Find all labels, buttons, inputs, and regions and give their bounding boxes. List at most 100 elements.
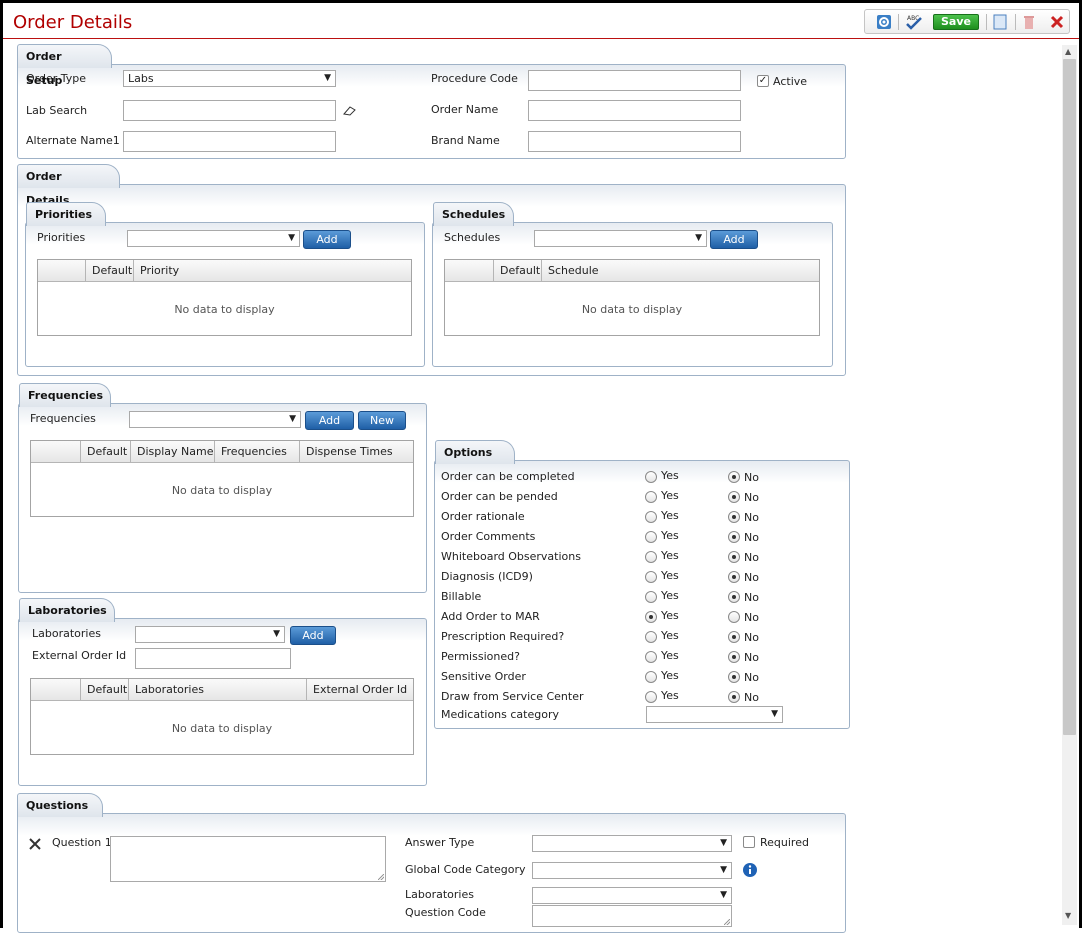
column-default[interactable]: Default <box>493 260 541 282</box>
option-yes-radio[interactable] <box>645 671 657 683</box>
page-title: Order Details <box>13 12 133 33</box>
new-frequency-button[interactable]: New <box>358 411 406 430</box>
alternate-name-label: Alternate Name1 <box>26 134 120 147</box>
scroll-up-icon[interactable]: ▲ <box>1065 47 1071 56</box>
option-yes-radio[interactable] <box>645 471 657 483</box>
column-default[interactable]: Default <box>80 679 128 701</box>
tab-questions: Questions <box>17 793 103 817</box>
option-no-radio[interactable] <box>728 671 740 683</box>
delete-icon[interactable] <box>1021 14 1037 30</box>
tab-frequencies: Frequencies <box>19 383 111 407</box>
option-no-radio[interactable] <box>728 651 740 663</box>
order-type-value: Labs <box>128 72 154 85</box>
alternate-name-input[interactable] <box>123 131 336 152</box>
option-yes-label: Yes <box>661 529 679 542</box>
global-code-category-select[interactable]: ▼ <box>532 862 732 879</box>
required-checkbox[interactable] <box>743 836 755 848</box>
option-label: Order Comments <box>441 530 536 543</box>
lab-search-input[interactable] <box>123 100 336 121</box>
grid-header: Default Schedule <box>445 260 819 282</box>
priorities-select[interactable]: ▼ <box>127 230 300 247</box>
option-no-radio[interactable] <box>728 691 740 703</box>
option-no-radio[interactable] <box>728 571 740 583</box>
option-no-label: No <box>744 511 759 524</box>
column-default[interactable]: Default <box>85 260 133 282</box>
column-display-name[interactable]: Display Name <box>130 441 215 463</box>
option-yes-radio[interactable] <box>645 631 657 643</box>
option-yes-label: Yes <box>661 689 679 702</box>
option-yes-label: Yes <box>661 489 679 502</box>
column-default[interactable]: Default <box>80 441 130 463</box>
frequencies-grid: Default Display Name Frequencies Dispens… <box>30 440 414 517</box>
add-frequency-button[interactable]: Add <box>305 411 354 430</box>
option-label: Permissioned? <box>441 650 520 663</box>
new-document-icon[interactable] <box>992 14 1008 30</box>
option-no-radio[interactable] <box>728 631 740 643</box>
option-no-radio[interactable] <box>728 591 740 603</box>
answer-type-label: Answer Type <box>405 836 475 849</box>
option-yes-radio[interactable] <box>645 691 657 703</box>
eraser-icon[interactable] <box>342 104 358 119</box>
column-schedule[interactable]: Schedule <box>541 260 599 282</box>
external-order-id-label: External Order Id <box>32 649 127 662</box>
laboratories-select[interactable]: ▼ <box>135 626 285 643</box>
option-no-label: No <box>744 611 759 624</box>
order-name-input[interactable] <box>528 100 741 121</box>
remove-question-icon[interactable] <box>28 837 42 854</box>
option-yes-radio[interactable] <box>645 531 657 543</box>
order-type-select[interactable]: Labs ▼ <box>123 70 336 87</box>
option-yes-radio[interactable] <box>645 571 657 583</box>
tab-order-setup: Order Setup <box>17 44 112 87</box>
add-schedule-button[interactable]: Add <box>710 230 758 249</box>
option-no-radio[interactable] <box>728 471 740 483</box>
external-order-id-input[interactable] <box>135 648 291 669</box>
toolbar-separator <box>986 14 987 30</box>
column-dispense-times[interactable]: Dispense Times <box>299 441 393 463</box>
close-icon[interactable] <box>1049 14 1065 30</box>
option-no-radio[interactable] <box>728 611 740 623</box>
option-yes-radio[interactable] <box>645 511 657 523</box>
add-laboratory-button[interactable]: Add <box>290 626 336 645</box>
option-label: Draw from Service Center <box>441 690 584 703</box>
brand-name-input[interactable] <box>528 131 741 152</box>
option-label: Add Order to MAR <box>441 610 540 623</box>
option-yes-radio[interactable] <box>645 491 657 503</box>
spellcheck-icon[interactable]: ABC <box>905 14 922 30</box>
medications-category-select[interactable]: ▼ <box>646 706 783 723</box>
add-priority-button[interactable]: Add <box>303 230 351 249</box>
column-external-order-id[interactable]: External Order Id <box>306 679 407 701</box>
option-yes-radio[interactable] <box>645 611 657 623</box>
column-laboratories[interactable]: Laboratories <box>128 679 306 701</box>
option-no-radio[interactable] <box>728 551 740 563</box>
column-priority[interactable]: Priority <box>133 260 179 282</box>
tab-schedules: Schedules <box>433 202 514 226</box>
chevron-down-icon: ▼ <box>720 838 727 848</box>
question-code-textarea[interactable] <box>532 905 732 927</box>
save-button[interactable]: Save <box>933 14 979 30</box>
schedules-select[interactable]: ▼ <box>534 230 707 247</box>
column-frequencies[interactable]: Frequencies <box>214 441 299 463</box>
frequencies-select[interactable]: ▼ <box>129 411 301 428</box>
option-yes-radio[interactable] <box>645 651 657 663</box>
order-name-label: Order Name <box>431 103 499 116</box>
option-label: Whiteboard Observations <box>441 550 581 563</box>
empty-message: No data to display <box>174 303 275 316</box>
option-yes-radio[interactable] <box>645 591 657 603</box>
vertical-scrollbar[interactable]: ▲ ▼ <box>1062 45 1077 925</box>
option-yes-label: Yes <box>661 609 679 622</box>
question-1-textarea[interactable] <box>110 836 386 882</box>
option-yes-radio[interactable] <box>645 551 657 563</box>
option-no-radio[interactable] <box>728 531 740 543</box>
scrollbar-thumb[interactable] <box>1063 59 1076 735</box>
option-no-radio[interactable] <box>728 491 740 503</box>
question-laboratories-select[interactable]: ▼ <box>532 887 732 904</box>
info-icon[interactable] <box>742 862 758 881</box>
scroll-down-icon[interactable]: ▼ <box>1065 911 1071 920</box>
active-checkbox[interactable]: ✓ <box>757 75 769 87</box>
answer-type-select[interactable]: ▼ <box>532 835 732 852</box>
procedure-code-input[interactable] <box>528 70 741 91</box>
option-no-label: No <box>744 631 759 644</box>
option-yes-label: Yes <box>661 509 679 522</box>
settings-icon[interactable] <box>876 14 892 30</box>
option-no-radio[interactable] <box>728 511 740 523</box>
